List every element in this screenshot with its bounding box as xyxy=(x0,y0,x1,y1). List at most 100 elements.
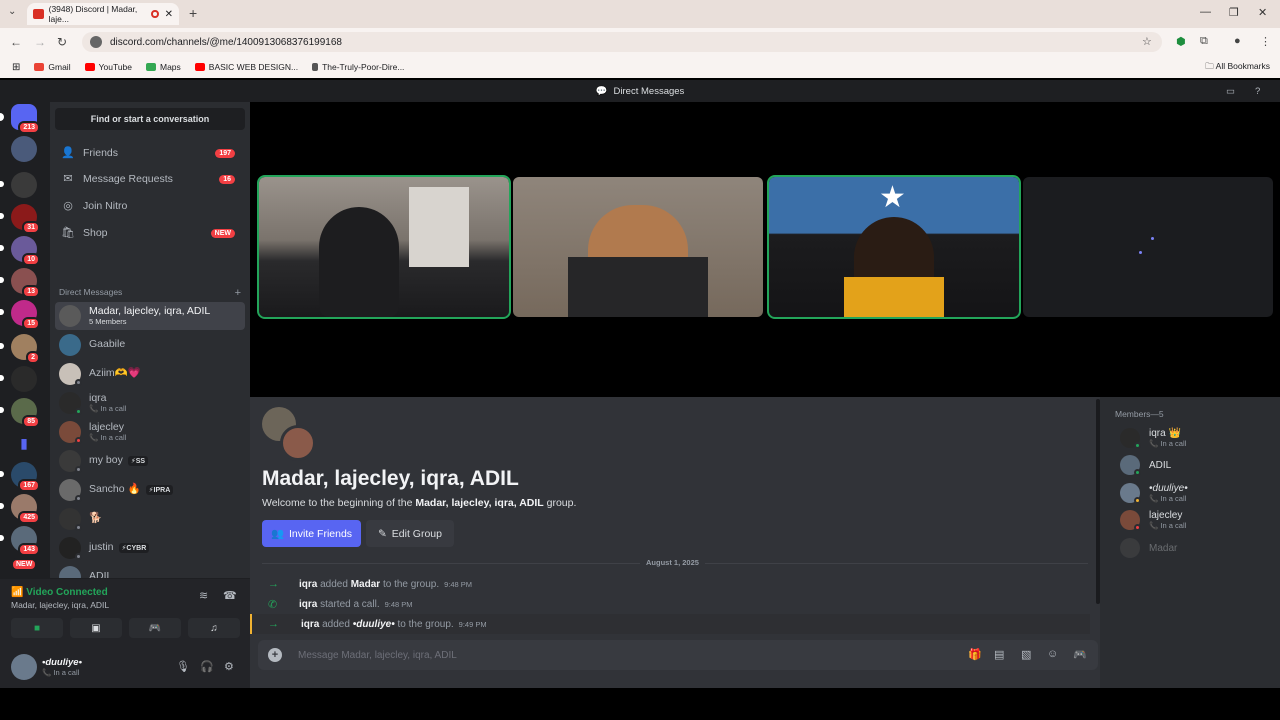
apps-grid-icon[interactable]: ⊞ xyxy=(12,62,20,73)
gif-icon[interactable]: ▤ xyxy=(994,648,1004,661)
back-icon[interactable]: ← xyxy=(10,35,22,49)
avatar[interactable] xyxy=(11,654,37,680)
sidebar-item-nitro[interactable]: ◎ Join Nitro xyxy=(55,193,245,219)
server-icon[interactable]: 85 xyxy=(0,398,40,428)
member-item-madar[interactable]: Madar xyxy=(1120,535,1270,561)
server-icon[interactable]: 425 xyxy=(0,494,40,524)
avatar xyxy=(59,392,82,415)
find-conversation-button[interactable]: Find or start a conversation xyxy=(55,108,245,130)
dm-item-group[interactable]: Madar, lajecley, iqra, ADIL 5 Members xyxy=(55,302,245,330)
extension-shield-icon[interactable]: ⬢ xyxy=(1176,35,1186,48)
msg-actor[interactable]: iqra xyxy=(301,619,319,630)
profile-avatar-icon[interactable]: ● xyxy=(1234,35,1241,47)
dm-item-justin[interactable]: justin ⚡CYBR xyxy=(55,534,245,562)
site-info-icon[interactable] xyxy=(90,36,102,48)
dm-item-iqra[interactable]: iqra 📞 In a call xyxy=(55,389,245,417)
video-tile-participant[interactable] xyxy=(257,175,511,319)
server-icon[interactable]: 143 xyxy=(0,526,40,556)
msg-actor[interactable]: iqra xyxy=(299,599,317,610)
dm-item-lajecley[interactable]: lajecley 📞 In a call xyxy=(55,418,245,446)
reload-icon[interactable]: ↻ xyxy=(57,35,67,49)
restore-icon[interactable]: ❐ xyxy=(1229,6,1239,19)
server-icon[interactable]: 2 xyxy=(0,334,40,364)
server-icon[interactable]: 167 xyxy=(0,462,40,492)
settings-gear-icon[interactable]: ⚙ xyxy=(224,660,234,673)
dm-item-aziim[interactable]: Aziim🫶💗 xyxy=(55,360,245,388)
msg-target[interactable]: Madar xyxy=(351,579,380,590)
folder-icon[interactable]: ▮ xyxy=(11,430,37,456)
member-item-lajecley[interactable]: lajecley 📞 In a call xyxy=(1120,507,1270,533)
close-window-icon[interactable]: ✕ xyxy=(1258,6,1267,19)
sidebar-item-shop[interactable]: 🛍 Shop NEW xyxy=(55,220,245,246)
soundboard-button[interactable]: ♫ xyxy=(188,618,240,638)
server-icon[interactable] xyxy=(11,136,37,162)
msg-actor[interactable]: iqra xyxy=(299,579,317,590)
activity-button[interactable]: 🎮 xyxy=(129,618,181,638)
gift-icon[interactable]: 🎁 xyxy=(968,648,982,661)
microphone-icon[interactable]: 🎙 xyxy=(176,660,190,673)
server-icon[interactable]: 15 xyxy=(0,300,40,330)
dm-item-sancho[interactable]: Sancho 🔥 ⚡IPRA xyxy=(55,476,245,504)
create-dm-icon[interactable]: + xyxy=(235,287,241,299)
attach-plus-icon[interactable]: + xyxy=(268,648,282,662)
sidebar-item-message-requests[interactable]: ✉ Message Requests 16 xyxy=(55,166,245,192)
minimize-icon[interactable]: — xyxy=(1200,6,1211,18)
voice-status-text: Video Connected xyxy=(26,587,108,598)
sidebar-item-friends[interactable]: 👤 Friends 197 xyxy=(55,140,245,166)
bookmark-maps[interactable]: Maps xyxy=(146,62,181,72)
chat-area: Madar, lajecley, iqra, ADIL Welcome to t… xyxy=(250,397,1100,688)
sticker-icon[interactable]: ▧ xyxy=(1021,648,1031,661)
close-tab-icon[interactable]: ✕ xyxy=(165,9,173,20)
camera-button[interactable]: ■ xyxy=(11,618,63,638)
browser-tab-discord[interactable]: (3948) Discord | Madar, laje... ✕ xyxy=(27,3,179,25)
bookmark-basic-web-design[interactable]: BASIC WEB DESIGN... xyxy=(194,62,298,72)
call-icon: 📞 xyxy=(89,433,99,443)
headphones-icon[interactable]: 🎧 xyxy=(200,660,214,673)
emoji-icon[interactable]: ☺ xyxy=(1047,648,1058,660)
voice-status[interactable]: 📶 Video Connected xyxy=(11,587,108,598)
forward-icon[interactable]: → xyxy=(34,35,46,49)
server-icon[interactable] xyxy=(0,172,37,198)
server-icon[interactable]: 10 xyxy=(0,236,40,266)
page-title: Direct Messages xyxy=(613,85,685,97)
inbox-icon[interactable]: ▭ xyxy=(1226,86,1235,97)
bookmark-truly-poor[interactable]: The-Truly-Poor-Dire... xyxy=(312,62,404,72)
edit-group-button[interactable]: ✎ Edit Group xyxy=(366,520,454,547)
noise-suppression-icon[interactable]: ≋ xyxy=(199,589,208,602)
dm-item-dog[interactable]: 🐕 xyxy=(55,505,245,533)
member-item-duuliye[interactable]: •duuliye• 📞 In a call xyxy=(1120,480,1270,506)
all-bookmarks[interactable]: 🗀 All Bookmarks xyxy=(1205,61,1270,75)
bookmark-gmail[interactable]: Gmail xyxy=(34,62,71,72)
disconnect-icon[interactable]: ☎ xyxy=(223,589,237,602)
member-item-iqra[interactable]: iqra 👑 📞 In a call xyxy=(1120,425,1270,451)
new-tab-icon[interactable]: + xyxy=(189,5,197,21)
member-item-adil[interactable]: ADIL xyxy=(1120,452,1270,478)
tab-search-icon[interactable]: ⌄ xyxy=(8,6,16,17)
home-button[interactable]: 213 xyxy=(0,104,40,134)
member-name: lajecley xyxy=(1149,510,1183,521)
dm-name: my boy xyxy=(89,454,123,467)
bookmark-star-icon[interactable]: ☆ xyxy=(1142,35,1152,48)
server-icon[interactable]: 13 xyxy=(0,268,40,298)
unread-pip xyxy=(0,309,4,315)
url-field[interactable]: discord.com/channels/@me/140091306837619… xyxy=(82,32,1162,52)
video-tile-loading[interactable] xyxy=(1023,177,1273,317)
bookmark-youtube[interactable]: YouTube xyxy=(84,62,132,72)
dm-item-gaabile[interactable]: Gaabile xyxy=(55,331,245,359)
help-icon[interactable]: ? xyxy=(1255,86,1260,97)
avatar xyxy=(59,450,82,473)
server-icon[interactable] xyxy=(0,366,37,392)
msg-verb: added xyxy=(319,618,353,630)
extensions-icon[interactable]: ⧉ xyxy=(1200,35,1208,48)
dm-item-my-boy[interactable]: my boy ⚡SS xyxy=(55,447,245,475)
video-tile-participant[interactable]: ★ xyxy=(767,175,1021,319)
apps-gamepad-icon[interactable]: 🎮 xyxy=(1073,648,1087,661)
msg-target[interactable]: •duuliye• xyxy=(353,619,395,630)
screen-share-button[interactable]: ▣ xyxy=(70,618,122,638)
video-tile-participant[interactable] xyxy=(513,177,763,317)
message-composer[interactable]: + Message Madar, lajecley, iqra, ADIL 🎁 … xyxy=(258,640,1098,670)
menu-kebab-icon[interactable]: ⋮ xyxy=(1260,35,1271,48)
server-icon[interactable]: 31 xyxy=(0,204,40,234)
invite-friends-button[interactable]: 👥 Invite Friends xyxy=(262,520,361,547)
voice-connected-panel: 📶 Video Connected Madar, lajecley, iqra,… xyxy=(0,578,250,648)
